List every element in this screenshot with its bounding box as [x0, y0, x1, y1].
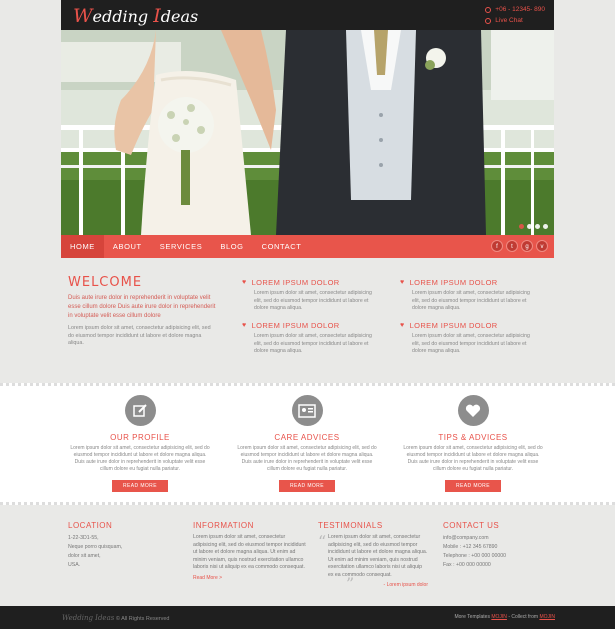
- site-logo[interactable]: Wedding Ideas: [73, 5, 198, 27]
- phone-icon: [485, 6, 492, 13]
- address-line: 1-22-3D1-55,: [68, 535, 99, 541]
- live-chat-link[interactable]: Live Chat: [495, 15, 522, 26]
- main-nav: Home About Services Blog Contact f t g v: [61, 235, 554, 258]
- footer-heading: LOCATION: [68, 521, 113, 530]
- service-text: Lorem ipsum dolor sit amet, consectetur …: [403, 445, 543, 472]
- hero-slider: [61, 30, 554, 235]
- nav-home[interactable]: Home: [61, 235, 104, 258]
- footer-heading: TESTIMONIALS: [318, 521, 383, 530]
- slider-dot[interactable]: [527, 224, 532, 229]
- information-text: Lorem ipsum dolor sit amet, consectetur …: [193, 534, 306, 570]
- facebook-icon[interactable]: f: [491, 240, 503, 252]
- read-more-button[interactable]: READ MORE: [112, 480, 168, 492]
- twitter-icon[interactable]: t: [506, 240, 518, 252]
- more-templates-link[interactable]: MOJIN: [491, 614, 507, 620]
- quote-open-icon: “: [318, 532, 327, 551]
- welcome-lead: Duis aute irure dolor in reprehenderit i…: [68, 295, 216, 319]
- heart-icon: [457, 395, 489, 426]
- service-card: OUR PROFILE Lorem ipsum dolor sit amet, …: [70, 395, 210, 492]
- testimonial-author: - Lorem ipsum dolor: [383, 582, 428, 588]
- service-card: TIPS & ADVICES Lorem ipsum dolor sit ame…: [403, 395, 543, 492]
- feature-item: ♥ LOREM IPSUM DOLOR Lorem ipsum dolor sit…: [400, 321, 530, 356]
- testimonial-text: Lorem ipsum dolor sit amet, consectetur …: [328, 534, 428, 578]
- logo-initial: W: [73, 5, 93, 27]
- welcome-section: WELCOME Duis aute irure dolor in reprehe…: [68, 275, 218, 348]
- service-title: OUR PROFILE: [110, 433, 170, 442]
- edit-icon: [124, 395, 156, 426]
- rights-text: © All Rights Reserved: [115, 616, 170, 622]
- nav-contact[interactable]: Contact: [253, 235, 311, 258]
- feature-title[interactable]: LOREM IPSUM DOLOR: [252, 278, 340, 287]
- nav-blog[interactable]: Blog: [211, 235, 252, 258]
- footer-information: INFORMATION Lorem ipsum dolor sit amet, …: [193, 521, 308, 583]
- chat-icon: [485, 17, 492, 24]
- footer-heading: CONTACT US: [443, 521, 500, 530]
- feature-title[interactable]: LOREM IPSUM DOLOR: [410, 278, 498, 287]
- feature-text: Lorem ipsum dolor sit amet, consectetur …: [254, 333, 372, 354]
- feature-title[interactable]: LOREM IPSUM DOLOR: [410, 321, 498, 330]
- feature-text: Lorem ipsum dolor sit amet, consectetur …: [412, 290, 530, 311]
- more-templates-label: More Templates: [454, 614, 490, 620]
- bottom-bar: Wedding Ideas © All Rights Reserved More…: [0, 606, 615, 629]
- heart-icon: ♥: [242, 322, 247, 329]
- logo-word-1: edding: [92, 7, 154, 26]
- vimeo-icon[interactable]: v: [536, 240, 548, 252]
- contact-telephone: Telephone : +00 000 00000: [443, 553, 507, 559]
- nav-services[interactable]: Services: [151, 235, 212, 258]
- feature-title[interactable]: LOREM IPSUM DOLOR: [252, 321, 340, 330]
- social-links: f t g v: [491, 240, 548, 252]
- nav-about[interactable]: About: [104, 235, 151, 258]
- collect-link[interactable]: MOJIN: [539, 614, 555, 620]
- read-more-button[interactable]: READ MORE: [279, 480, 335, 492]
- read-more-button[interactable]: READ MORE: [445, 480, 501, 492]
- slider-dot[interactable]: [519, 224, 524, 229]
- logo-word-2: deas: [160, 7, 199, 26]
- header-phone: +06 - 12345- 890: [495, 6, 545, 13]
- feature-item: ♥ LOREM IPSUM DOLOR Lorem ipsum dolor sit…: [242, 278, 372, 313]
- address-line: USA.: [68, 562, 81, 568]
- heart-icon: ♥: [400, 322, 405, 329]
- service-card: CARE ADVICES Lorem ipsum dolor sit amet,…: [237, 395, 377, 492]
- slider-dot[interactable]: [535, 224, 540, 229]
- feature-item: ♥ LOREM IPSUM DOLOR Lorem ipsum dolor sit…: [400, 278, 530, 313]
- credits: More Templates MOJIN - Collect from MOJI…: [454, 614, 555, 620]
- heart-icon: ♥: [242, 279, 247, 286]
- heart-icon: ♥: [400, 279, 405, 286]
- feature-text: Lorem ipsum dolor sit amet, consectetur …: [254, 290, 372, 311]
- slider-dot[interactable]: [543, 224, 548, 229]
- service-text: Lorem ipsum dolor sit amet, consectetur …: [70, 445, 210, 472]
- address-line: dolor sit amet,: [68, 553, 101, 559]
- service-title: CARE ADVICES: [274, 433, 340, 442]
- id-card-icon: [291, 395, 323, 426]
- contact-fax: Fax : +00 000 00000: [443, 562, 491, 568]
- contact-mobile: Mobile : +12 345 67890: [443, 544, 498, 550]
- footer-heading: INFORMATION: [193, 521, 254, 530]
- google-plus-icon[interactable]: g: [521, 240, 533, 252]
- address-line: Neque porro quisquam,: [68, 544, 123, 550]
- hero-photo: [61, 30, 554, 235]
- service-text: Lorem ipsum dolor sit amet, consectetur …: [237, 445, 377, 472]
- footer-location: LOCATION 1-22-3D1-55, Neque porro quisqu…: [68, 521, 188, 570]
- top-header: Wedding Ideas +06 - 12345- 890 Live Chat: [61, 0, 554, 30]
- header-contact: +06 - 12345- 890 Live Chat: [485, 4, 545, 26]
- welcome-title: WELCOME: [68, 275, 143, 290]
- quote-close-icon: ”: [346, 574, 355, 593]
- feature-text: Lorem ipsum dolor sit amet, consectetur …: [412, 333, 530, 354]
- read-more-link[interactable]: Read More >: [193, 574, 308, 583]
- footer-contact: CONTACT US info@company.com Mobile : +12…: [443, 521, 553, 570]
- footer-brand: Wedding Ideas: [62, 614, 115, 622]
- feature-item: ♥ LOREM IPSUM DOLOR Lorem ipsum dolor sit…: [242, 321, 372, 356]
- footer-testimonials: TESTIMONIALS Lorem ipsum dolor sit amet,…: [318, 521, 428, 590]
- collect-label: - Collect from: [508, 614, 539, 620]
- contact-email[interactable]: info@company.com: [443, 535, 489, 541]
- copyright: Wedding Ideas © All Rights Reserved: [62, 614, 169, 622]
- logo-initial-2: I: [153, 5, 161, 27]
- slider-dots: [519, 224, 548, 229]
- service-title: TIPS & ADVICES: [438, 433, 508, 442]
- welcome-text: Lorem ipsum dolor sit amet, consectetur …: [68, 325, 211, 346]
